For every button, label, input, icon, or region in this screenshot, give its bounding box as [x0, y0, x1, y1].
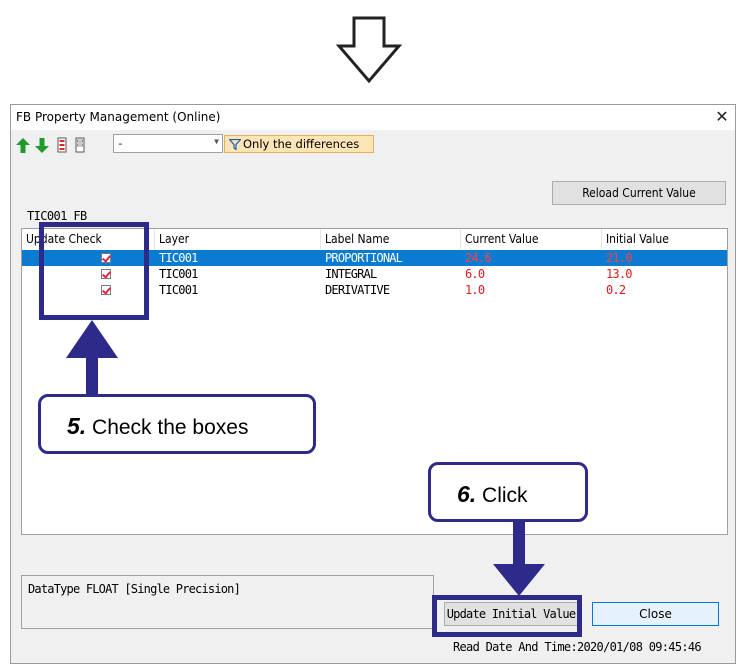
down-arrow-outline-icon [336, 16, 402, 84]
window-title: FB Property Management (Online) [16, 110, 221, 124]
step6-arrow-icon [493, 520, 545, 596]
layer-select-value: - [117, 137, 124, 150]
column-header-initial-value[interactable]: Initial Value [602, 229, 727, 249]
current-value-cell: 1.0 [465, 283, 485, 297]
datatype-text: DataType FLOAT [Single Precision] [28, 582, 241, 596]
layer-cell: TIC001 [159, 251, 198, 265]
title-bar: FB Property Management (Online) ✕ [11, 105, 735, 130]
only-differences-toggle[interactable]: Only the differences [224, 135, 374, 153]
layer-cell: TIC001 [159, 267, 198, 281]
column-header-label-name[interactable]: Label Name [321, 229, 461, 249]
step5-callout: 5. Check the boxes [38, 394, 316, 454]
read-date-time: Read Date And Time:2020/01/08 09:45:46 [453, 640, 702, 654]
down-arrow-icon[interactable] [35, 138, 49, 153]
filter-icon [229, 139, 241, 150]
step6-text: 6. Click [457, 481, 528, 507]
update-check-highlight [39, 222, 149, 320]
initial-value-cell: 0.2 [606, 283, 626, 297]
current-value-cell: 24.6 [465, 251, 491, 265]
column-header-current-value[interactable]: Current Value [461, 229, 602, 249]
initial-value-cell: 13.0 [606, 267, 632, 281]
label-name-cell: DERIVATIVE [325, 283, 390, 297]
chevron-down-icon: ▼ [214, 137, 219, 146]
column-header-layer[interactable]: Layer [155, 229, 321, 249]
update-button-highlight [432, 595, 582, 637]
initial-value-cell: 21.0 [606, 251, 632, 265]
label-name-cell: INTEGRAL [325, 267, 377, 281]
up-arrow-icon[interactable] [16, 138, 30, 153]
step5-text: 5. Check the boxes [67, 413, 249, 439]
layer-select[interactable]: - ▼ [113, 134, 223, 153]
reload-current-value-button[interactable]: Reload Current Value [552, 181, 726, 205]
label-name-cell: PROPORTIONAL [325, 251, 403, 265]
datatype-panel: DataType FLOAT [Single Precision] [21, 575, 434, 629]
list-icon[interactable] [75, 137, 85, 153]
fb-group-label: TIC001_FB [27, 209, 87, 223]
checklist-icon[interactable] [57, 137, 67, 153]
step5-arrow-icon [66, 320, 118, 396]
current-value-cell: 6.0 [465, 267, 485, 281]
layer-cell: TIC001 [159, 283, 198, 297]
only-differences-label: Only the differences [243, 137, 360, 151]
step6-callout: 6. Click [428, 462, 588, 522]
close-button[interactable]: Close [592, 602, 719, 626]
close-window-button[interactable]: ✕ [709, 105, 735, 130]
